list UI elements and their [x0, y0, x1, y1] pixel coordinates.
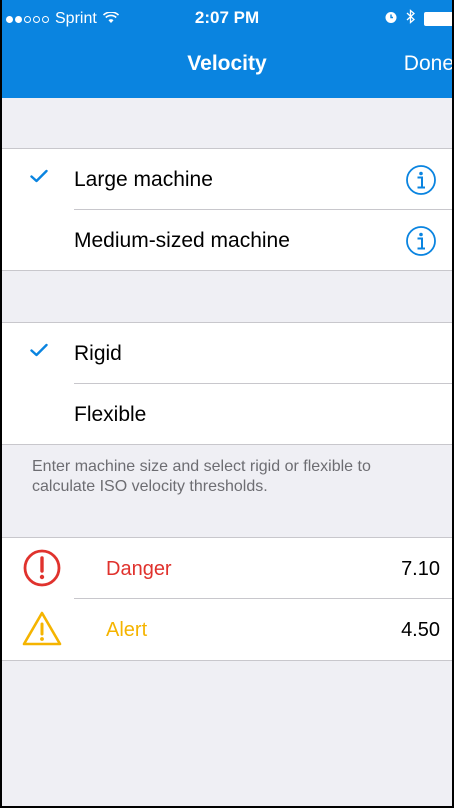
option-label: Medium-sized machine — [74, 229, 290, 252]
threshold-label: Alert — [106, 619, 148, 641]
option-label: Flexible — [74, 403, 147, 426]
battery-icon — [424, 12, 454, 26]
option-label: Large machine — [74, 168, 213, 191]
option-rigid[interactable]: Rigid — [0, 323, 454, 384]
page-title: Velocity — [187, 52, 267, 75]
option-large-machine[interactable]: Large machine — [0, 149, 454, 210]
screen: Sprint 2:07 PM Velocity Done Large machi… — [0, 0, 454, 808]
info-icon[interactable] — [405, 225, 437, 257]
threshold-row-danger: Danger 7.10 — [0, 538, 454, 599]
danger-exclamation-icon — [22, 548, 62, 593]
mounting-group: Rigid Flexible — [0, 322, 454, 445]
checkmark-icon — [30, 343, 48, 362]
alert-warning-triangle-icon — [22, 609, 62, 654]
threshold-value: 4.50 — [401, 619, 440, 641]
status-indicators — [376, 9, 454, 29]
option-label: Rigid — [74, 342, 122, 365]
threshold-row-alert: Alert 4.50 — [0, 599, 454, 660]
navigation-bar: Velocity Done — [0, 34, 454, 98]
done-button[interactable]: Done — [404, 52, 454, 76]
option-medium-machine[interactable]: Medium-sized machine — [0, 210, 454, 271]
threshold-value: 7.10 — [401, 558, 440, 580]
alarm-clock-icon — [384, 9, 398, 29]
status-bar: Sprint 2:07 PM — [0, 0, 454, 34]
thresholds-group: Danger 7.10 Alert 4.50 — [0, 537, 454, 661]
machine-size-group: Large machine Medium-sized machine — [0, 148, 454, 271]
bluetooth-icon — [406, 9, 416, 29]
option-flexible[interactable]: Flexible — [0, 384, 454, 445]
threshold-label: Danger — [106, 558, 172, 580]
checkmark-icon — [30, 169, 48, 188]
info-icon[interactable] — [405, 164, 437, 196]
instructions-text: Enter machine size and select rigid or f… — [32, 458, 371, 495]
